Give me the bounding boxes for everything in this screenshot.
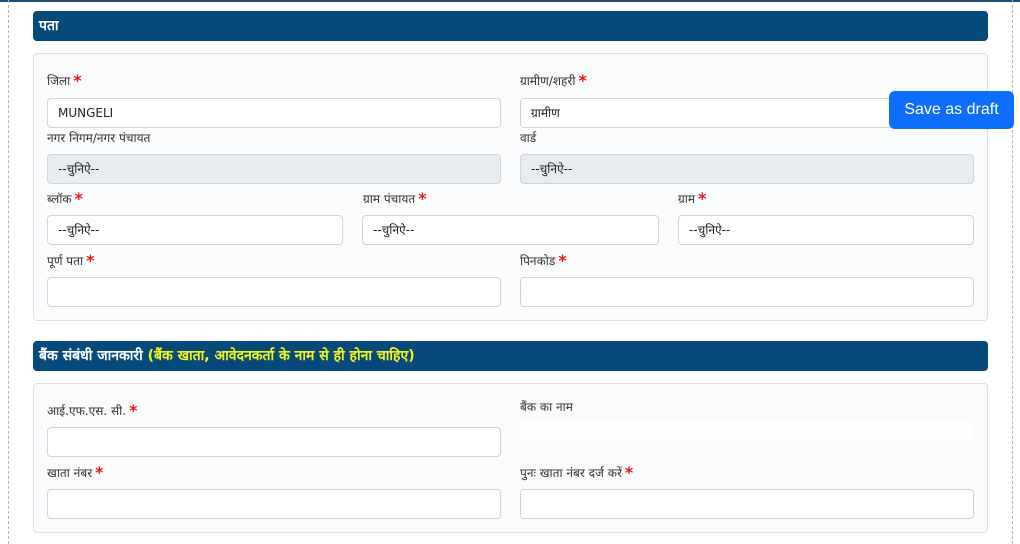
block-select[interactable]: --चुनिऐ--	[47, 215, 343, 245]
address-section-header: पता	[33, 11, 988, 41]
bank-name-label: बैंक का नाम	[520, 400, 573, 414]
block-label: ब्लॉक *	[47, 189, 83, 208]
full-address-label: पूर्ण पता *	[47, 251, 95, 270]
address-section-title: पता	[39, 18, 59, 34]
top-border	[0, 0, 1020, 2]
required-marker: *	[624, 463, 634, 482]
pincode-input[interactable]	[520, 277, 974, 307]
required-marker: *	[698, 189, 707, 208]
ifsc-label: आई.एफ.एस. सी. *	[47, 401, 138, 420]
gram-panchayat-select[interactable]: --चुनिऐ--	[362, 215, 659, 245]
municipality-select[interactable]: --चुनिऐ--	[47, 154, 501, 184]
required-marker: *	[95, 463, 104, 482]
rural-urban-label: ग्रामीण/शहरी *	[520, 71, 587, 90]
required-marker: *	[558, 251, 567, 270]
ifsc-input[interactable]	[47, 427, 501, 457]
pincode-label: पिनकोड *	[520, 251, 567, 270]
bank-section-note: (बैंक खाता, आवेदनकर्ता के नाम से ही होना…	[147, 348, 415, 364]
municipality-label: नगर निगम/नगर पंचायत	[47, 131, 151, 145]
bank-section-header: बैंक संबंधी जानकारी (बैंक खाता, आवेदनकर्…	[33, 341, 988, 371]
account-number-input[interactable]	[47, 489, 501, 519]
full-address-input[interactable]	[47, 277, 501, 307]
district-label: जिला *	[47, 71, 82, 90]
save-draft-button[interactable]: Save as draft	[889, 91, 1014, 129]
required-marker: *	[129, 401, 138, 420]
page-guide-left	[8, 0, 9, 544]
village-select[interactable]: --चुनिऐ--	[678, 215, 974, 245]
ward-label: वार्ड	[520, 131, 537, 145]
district-select[interactable]: MUNGELI	[47, 98, 501, 128]
required-marker: *	[418, 189, 427, 208]
confirm-account-input[interactable]	[520, 489, 974, 519]
required-marker: *	[578, 71, 587, 90]
confirm-account-label: पुनः खाता नंबर दर्ज करें *	[520, 463, 634, 482]
account-number-label: खाता नंबर *	[47, 463, 104, 482]
required-marker: *	[74, 189, 83, 208]
page-guide-right	[1012, 0, 1013, 544]
required-marker: *	[73, 71, 82, 90]
bank-name-input[interactable]	[520, 421, 974, 441]
required-marker: *	[86, 251, 95, 270]
bank-section-title: बैंक संबंधी जानकारी	[39, 348, 143, 364]
ward-select[interactable]: --चुनिऐ--	[520, 154, 974, 184]
gram-panchayat-label: ग्राम पंचायत *	[363, 189, 427, 208]
village-label: ग्राम *	[678, 189, 707, 208]
